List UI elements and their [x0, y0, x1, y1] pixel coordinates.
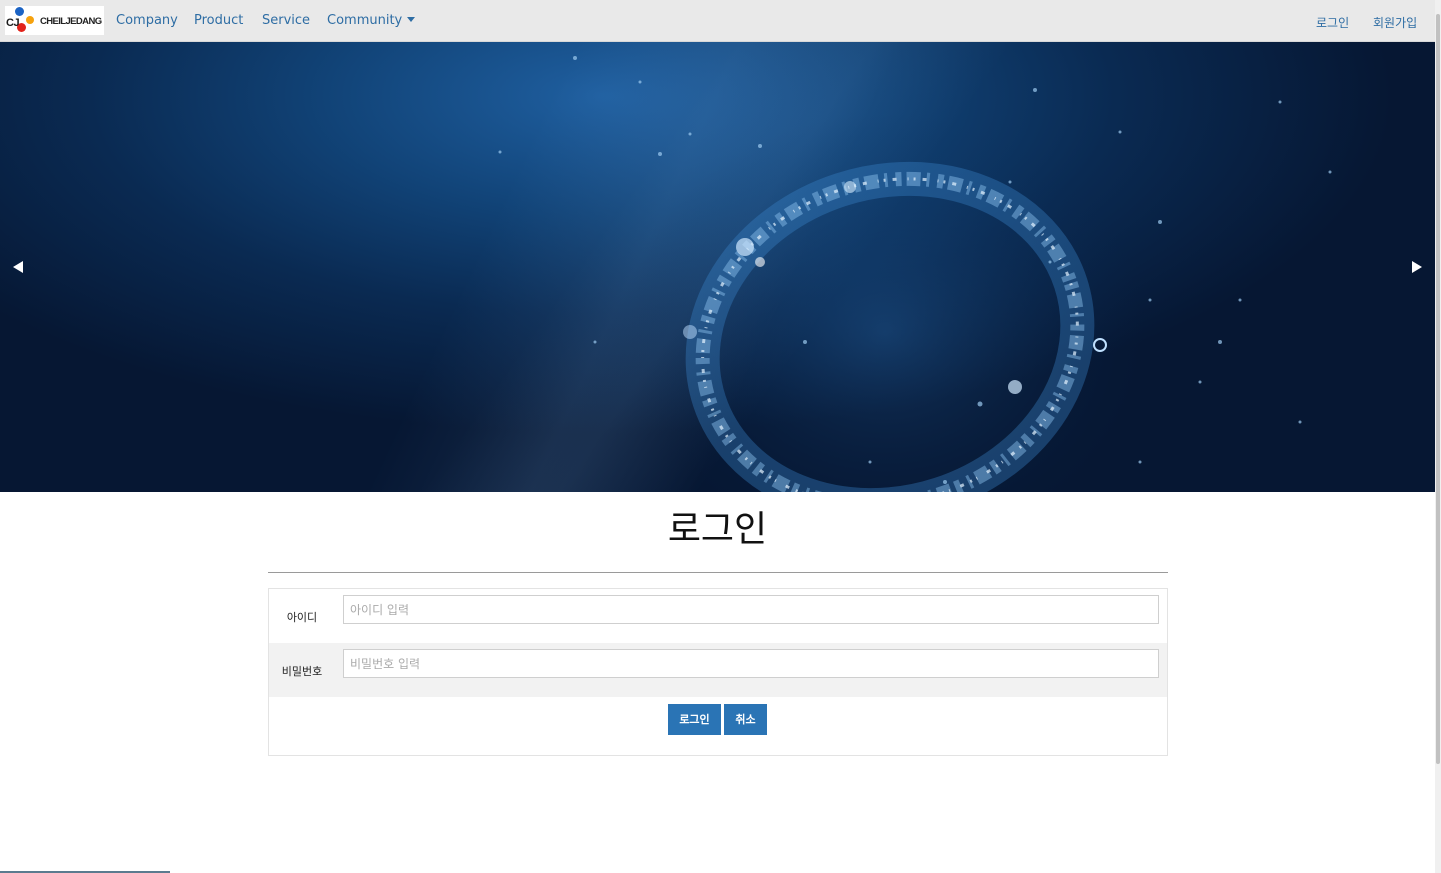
- nav-link-community-label: Community: [327, 13, 403, 28]
- nav-link-product[interactable]: Product: [194, 13, 243, 28]
- id-input[interactable]: [343, 595, 1159, 624]
- scrollbar-thumb[interactable]: [1436, 14, 1440, 764]
- carousel-next-button[interactable]: [1406, 256, 1428, 278]
- login-button[interactable]: 로그인: [668, 704, 721, 735]
- logo-text: CHEILJEDANG: [40, 16, 102, 27]
- triangle-right-icon: [1412, 261, 1422, 273]
- login-form: 아이디 비밀번호 로그인 취소: [268, 588, 1168, 756]
- nav-link-signup[interactable]: 회원가입: [1373, 14, 1417, 31]
- triangle-left-icon: [13, 261, 23, 273]
- nav-link-service[interactable]: Service: [262, 13, 310, 28]
- logo-orange-dot: [26, 16, 34, 24]
- password-label: 비밀번호: [281, 665, 323, 678]
- password-input[interactable]: [343, 649, 1159, 678]
- title-divider: [268, 572, 1168, 573]
- page-scrollbar[interactable]: [1435, 0, 1441, 873]
- nav-dropdown-community[interactable]: Community: [327, 13, 416, 28]
- id-label: 아이디: [286, 611, 318, 624]
- hero-carousel: [0, 42, 1435, 492]
- logo-mark: CJ: [6, 17, 20, 29]
- bubble-ring-image: [498, 56, 1332, 492]
- cj-logo[interactable]: CJ CHEILJEDANG: [5, 6, 104, 35]
- top-navbar: CJ CHEILJEDANG Company Product Service C…: [0, 0, 1435, 42]
- cancel-button[interactable]: 취소: [724, 704, 767, 735]
- login-title: 로그인: [667, 509, 768, 550]
- carousel-prev-button[interactable]: [8, 256, 30, 278]
- id-row: 아이디: [269, 589, 1167, 643]
- caret-down-icon: [407, 17, 416, 22]
- logo-blue-dot: [15, 7, 24, 16]
- nav-link-login[interactable]: 로그인: [1316, 14, 1349, 31]
- nav-link-company[interactable]: Company: [116, 13, 178, 28]
- password-row: 비밀번호: [269, 643, 1167, 697]
